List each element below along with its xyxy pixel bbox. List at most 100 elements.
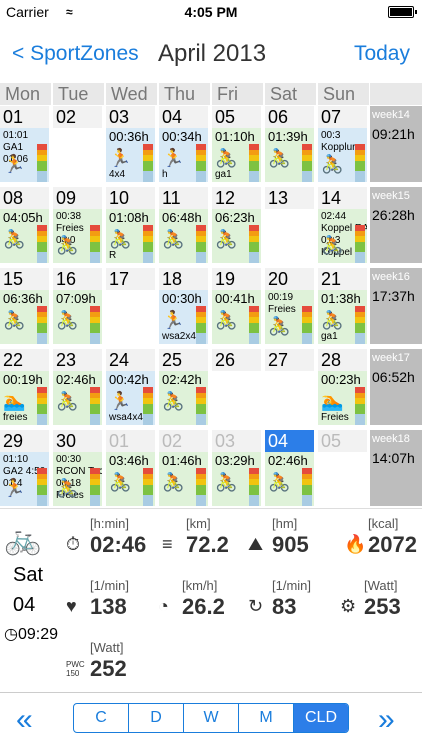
heart-icon: ♥: [66, 596, 77, 616]
stat-value: 905: [272, 532, 309, 557]
view-segmented-control: C D W M CLD: [73, 703, 349, 733]
calendar-day-cell[interactable]: 03 03:29h 🚴: [212, 430, 263, 506]
weekday-sun: Sun: [318, 83, 369, 105]
bike-icon: 🚴: [321, 154, 344, 174]
calendar-day-cell[interactable]: 19 00:41h 🚴: [212, 268, 263, 344]
calendar-day-cell[interactable]: 09 00:38 Freies 04:0 🚴: [53, 187, 104, 263]
stat-item: ♥ [1/min] 138: [66, 578, 146, 619]
duration-label: 04:05h: [3, 210, 43, 225]
calendar-day-cell[interactable]: 01 01:01 GA1 01:06 🏃: [0, 106, 51, 182]
day-number: 14: [318, 187, 367, 209]
week-summary[interactable]: week14 09:21h: [370, 106, 422, 182]
day-body: 01:10 GA2 4:50 01:4 🏃: [0, 452, 49, 506]
calendar-day-cell[interactable]: 15 06:36h 🚴: [0, 268, 51, 344]
day-body: 06:36h 🚴: [0, 290, 49, 344]
next-arrow-icon[interactable]: »: [378, 703, 395, 737]
calendar-day-cell[interactable]: 17: [106, 268, 157, 344]
calendar-day-cell[interactable]: 07 00:3 Kopplur 🚴: [318, 106, 369, 182]
day-number: 09: [53, 187, 102, 209]
calendar-day-cell[interactable]: 10 01:08h 🚴 R: [106, 187, 157, 263]
segment-cld[interactable]: CLD: [294, 704, 348, 732]
week-summary[interactable]: week15 26:28h: [370, 187, 422, 263]
calendar-day-cell[interactable]: 22 00:19h 🏊 freies: [0, 349, 51, 425]
back-button[interactable]: < SportZones: [12, 42, 139, 66]
day-body: 00:23h 🏊 Freies: [318, 371, 367, 425]
zone-bar: [249, 144, 259, 182]
calendar-day-cell[interactable]: 29 01:10 GA2 4:50 01:4 🏃: [0, 430, 51, 506]
day-body: 01:10h 🚴 ga1: [212, 128, 261, 182]
calendar-day-cell[interactable]: 06 01:39h 🚴: [265, 106, 316, 182]
week-summary[interactable]: week18 14:07h: [370, 430, 422, 506]
calendar-day-cell[interactable]: 12 06:23h 🚴: [212, 187, 263, 263]
week-total: 09:21h: [372, 126, 415, 142]
segment-c[interactable]: C: [74, 704, 129, 732]
calendar-day-cell[interactable]: 04 00:34h 🏃 h: [159, 106, 210, 182]
duration-label: 01:38h: [321, 291, 361, 306]
bike-icon: 🚴: [215, 472, 238, 492]
calendar-day-cell[interactable]: 25 02:42h 🚴: [159, 349, 210, 425]
calendar-day-cell[interactable]: 27: [265, 349, 316, 425]
week-summary[interactable]: week17 06:52h: [370, 349, 422, 425]
day-detail-panel: 🚲 Sat 04 ◷09:29 ⏱ [h:min] 02:46 ≡ [km] 72.2 ⛰ […: [0, 516, 422, 686]
zone-bar: [90, 387, 100, 425]
calendar-day-cell[interactable]: 01 03:46h 🚴: [106, 430, 157, 506]
segment-w[interactable]: W: [184, 704, 239, 732]
bike-icon: 🚴: [162, 229, 185, 249]
zone-bar: [196, 468, 206, 506]
segment-m[interactable]: M: [239, 704, 294, 732]
zone-bar: [90, 468, 100, 506]
day-number: 02: [159, 430, 208, 452]
calendar-day-cell[interactable]: 05 01:10h 🚴 ga1: [212, 106, 263, 182]
road-icon: ≡: [162, 534, 173, 554]
day-body: 03:29h 🚴: [212, 452, 261, 506]
calendar-day-cell[interactable]: 28 00:23h 🏊 Freies: [318, 349, 369, 425]
calendar-day-cell[interactable]: 23 02:46h 🚴: [53, 349, 104, 425]
stat-unit: [Watt]: [364, 578, 398, 593]
workout-name: h: [162, 169, 168, 180]
stat-unit: [hm]: [272, 516, 298, 531]
calendar-day-cell[interactable]: 16 07:09h 🚴: [53, 268, 104, 344]
weekday-wed: Wed: [106, 83, 157, 105]
calendar-day-cell[interactable]: 20 00:19 Freies 🚴: [265, 268, 316, 344]
workout-name: R: [109, 250, 117, 261]
calendar-day-cell[interactable]: 11 06:48h 🚴: [159, 187, 210, 263]
duration-label: 00:36h: [109, 129, 149, 144]
day-body: [265, 209, 314, 263]
calendar-day-cell[interactable]: 04 02:46h 🚴: [265, 430, 316, 506]
divider: [0, 508, 422, 509]
calendar-day-cell[interactable]: 13: [265, 187, 316, 263]
weekday-tue: Tue: [53, 83, 104, 105]
bike-icon: 🚴: [56, 391, 79, 411]
prev-arrow-icon[interactable]: «: [16, 703, 33, 737]
duration-label: 00:41h: [215, 291, 255, 306]
calendar-day-cell[interactable]: 18 00:30h 🏃 wsa2x4: [159, 268, 210, 344]
stat-value: 83: [272, 594, 297, 619]
day-number: 04: [159, 106, 208, 128]
zone-bar: [37, 144, 47, 182]
calendar-day-cell[interactable]: 08 04:05h 🚴: [0, 187, 51, 263]
swim-icon: 🏊: [3, 391, 26, 411]
stat-item: 🔥 [kcal] 2072: [344, 516, 422, 557]
zone-bar: [196, 144, 206, 182]
week-summary[interactable]: week16 17:37h: [370, 268, 422, 344]
day-number: 17: [106, 268, 155, 290]
page-title: April 2013: [158, 40, 267, 67]
calendar-day-cell[interactable]: 14 02:44 Koppel RA 01:3 Koppel 🚴: [318, 187, 369, 263]
calendar-day-cell[interactable]: 05: [318, 430, 369, 506]
calendar-day-cell[interactable]: 02 01:46h 🚴: [159, 430, 210, 506]
calendar-day-cell[interactable]: 26: [212, 349, 263, 425]
stat-unit: [h:min]: [90, 516, 130, 531]
segment-d[interactable]: D: [129, 704, 184, 732]
week-total: 17:37h: [372, 288, 415, 304]
calendar-day-cell[interactable]: 02: [53, 106, 104, 182]
day-body: 07:09h 🚴: [53, 290, 102, 344]
calendar-day-cell[interactable]: 30 00:30 RCON Tac 00:18 Freies 🚴: [53, 430, 104, 506]
bike-icon: 🚴: [56, 478, 79, 498]
today-button[interactable]: Today: [354, 42, 410, 66]
calendar-day-cell[interactable]: 03 00:36h 🏃 4x4: [106, 106, 157, 182]
day-number: 18: [159, 268, 208, 290]
day-number: 23: [53, 349, 102, 371]
calendar-day-cell[interactable]: 24 00:42h 🏃 wsa4x4: [106, 349, 157, 425]
stat-unit: [1/min]: [272, 578, 312, 593]
calendar-day-cell[interactable]: 21 01:38h 🚴 ga1: [318, 268, 369, 344]
